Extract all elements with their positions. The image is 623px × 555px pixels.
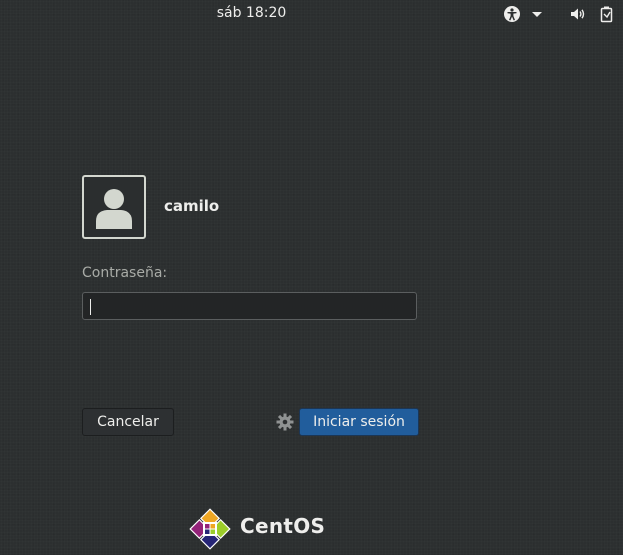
battery-icon[interactable] (598, 5, 616, 23)
sign-in-button[interactable]: Iniciar sesión (299, 408, 419, 436)
chevron-down-icon[interactable] (528, 5, 546, 23)
username: camilo (164, 197, 220, 215)
user-icon (96, 189, 132, 229)
accessibility-icon[interactable] (503, 5, 521, 23)
top-bar: sáb 18:20 (0, 0, 623, 27)
volume-icon[interactable] (569, 5, 587, 23)
text-caret (90, 299, 91, 315)
centos-logo-icon (188, 507, 232, 551)
cancel-button[interactable]: Cancelar (82, 408, 174, 436)
password-field[interactable] (82, 292, 417, 320)
password-label: Contraseña: (82, 265, 168, 281)
centos-logo-text: CentOS (240, 514, 326, 538)
avatar (82, 175, 146, 239)
clock[interactable]: sáb 18:20 (0, 5, 503, 21)
gear-icon[interactable] (276, 413, 294, 431)
